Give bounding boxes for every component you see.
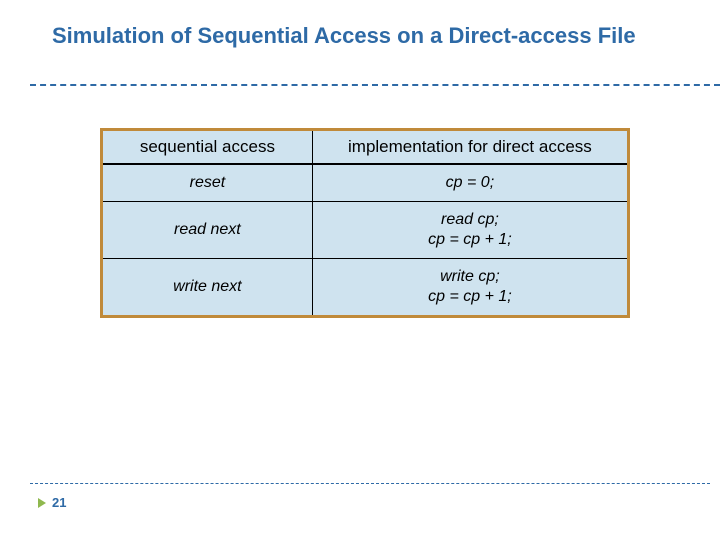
table-row: read next read cp; cp = cp + 1; — [102, 202, 629, 259]
triangle-icon — [38, 498, 46, 508]
impl-line: cp = 0; — [323, 173, 617, 193]
impl-line: cp = cp + 1; — [323, 287, 617, 307]
op-cell: write next — [102, 259, 313, 317]
page-indicator: 21 — [38, 495, 66, 510]
slide-title: Simulation of Sequential Access on a Dir… — [52, 22, 690, 50]
table-row: reset cp = 0; — [102, 164, 629, 202]
op-cell: read next — [102, 202, 313, 259]
slide: Simulation of Sequential Access on a Dir… — [0, 0, 720, 540]
table-row: write next write cp; cp = cp + 1; — [102, 259, 629, 317]
impl-line: cp = cp + 1; — [323, 230, 617, 250]
header-sequential: sequential access — [102, 130, 313, 165]
impl-line: read cp; — [323, 210, 617, 230]
header-implementation: implementation for direct access — [312, 130, 628, 165]
footer-divider — [30, 483, 710, 484]
impl-line: write cp; — [323, 267, 617, 287]
table: sequential access implementation for dir… — [100, 128, 630, 318]
impl-cell: write cp; cp = cp + 1; — [312, 259, 628, 317]
impl-cell: cp = 0; — [312, 164, 628, 202]
op-cell: reset — [102, 164, 313, 202]
title-underline — [30, 84, 720, 86]
impl-cell: read cp; cp = cp + 1; — [312, 202, 628, 259]
access-table: sequential access implementation for dir… — [100, 128, 630, 318]
page-number: 21 — [52, 495, 66, 510]
table-header-row: sequential access implementation for dir… — [102, 130, 629, 165]
